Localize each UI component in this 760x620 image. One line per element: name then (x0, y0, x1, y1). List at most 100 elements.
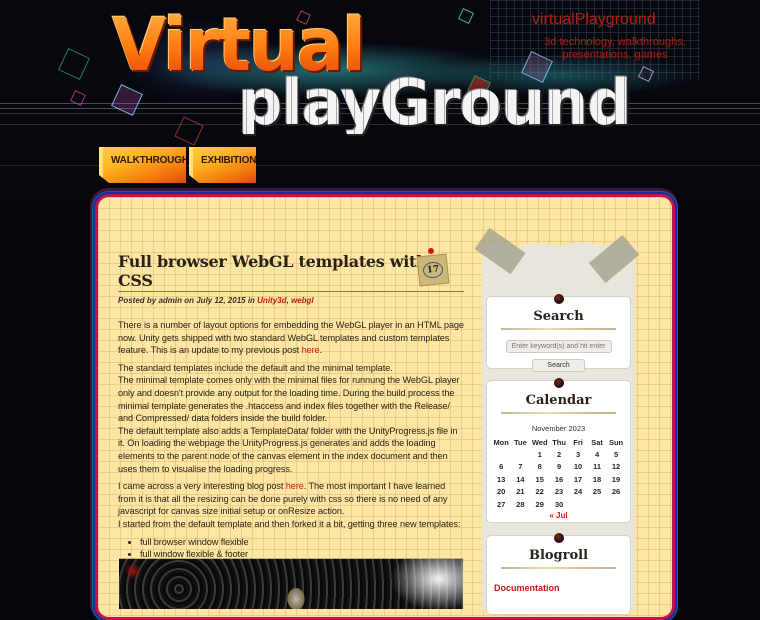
site-header: Virtual playGround virtualPlayground 3d … (0, 0, 760, 200)
calendar-day: 5 (613, 449, 619, 459)
search-widget: Search Search (486, 294, 631, 372)
widget-title: Search (533, 309, 584, 324)
search-button[interactable]: Search (532, 359, 585, 372)
cube-decor (58, 48, 90, 80)
calendar-day: 25 (592, 487, 602, 497)
calendar-prev-link[interactable]: « Jul (487, 511, 630, 520)
weekday-header: Thu (552, 437, 566, 447)
calendar-day: 14 (516, 474, 525, 484)
nav-exhibitions[interactable]: EXHIBITIONS (189, 147, 256, 183)
calendar-week: 1 2 3 4 5 (491, 448, 625, 461)
calendar-day: 30 (554, 499, 564, 509)
divider (501, 567, 616, 569)
calendar-empty-cell (588, 498, 607, 511)
calendar-day: 29 (535, 499, 544, 509)
cube-decor (174, 116, 204, 146)
site-tagline: 3d technology, walkthroughs, presentatio… (544, 36, 686, 61)
divider (501, 328, 616, 330)
post-meta-text: Posted by admin on July 12, 2015 in (118, 296, 258, 305)
calendar-caption: November 2023 (531, 424, 586, 433)
list-item: full browser window flexible (140, 536, 464, 549)
comment-count-badge[interactable]: 17 (416, 253, 450, 287)
calendar-day: 20 (496, 487, 506, 497)
calendar-day: 17 (573, 474, 583, 484)
blogroll-widget: Blogroll Documentation (486, 533, 631, 615)
post-paragraph: I came across a very interesting blog po… (118, 480, 464, 530)
widget-title: Calendar (525, 393, 592, 408)
calendar-day: 24 (573, 487, 583, 497)
logo-playground[interactable]: playGround (238, 72, 631, 134)
post-paragraph: There is a number of layout options for … (118, 319, 464, 357)
calendar-week: 20 21 22 23 24 25 26 (491, 486, 625, 499)
cube-decor (111, 84, 143, 116)
calendar-day: 19 (611, 474, 621, 484)
calendar-day: 23 (554, 487, 564, 497)
pin-icon (553, 533, 564, 543)
here-link[interactable]: here (302, 345, 320, 355)
category-link[interactable]: webgl (291, 296, 314, 305)
post-title[interactable]: Full browser WebGL templates with CSS (118, 252, 464, 292)
here-link[interactable]: here (286, 481, 304, 491)
calendar-day: 13 (496, 474, 506, 484)
widget-title: Blogroll (528, 548, 589, 563)
search-input[interactable] (505, 340, 612, 353)
calendar-week: 27 28 29 30 (491, 498, 625, 511)
paragraph-text: The default template also adds a Templat… (118, 425, 458, 474)
calendar-empty-cell (607, 498, 626, 511)
weekday-header: Sat (591, 437, 603, 447)
paragraph-text: I started from the default template and … (118, 518, 461, 529)
calendar-day: 12 (611, 462, 621, 472)
calendar-day: 6 (499, 462, 504, 472)
calendar-day: 8 (537, 462, 542, 472)
calendar-table: Mon Tue Wed Thu Fri Sat Sun 1 2 3 4 5 6 7 8 9 10 11 12 13 1… (491, 436, 625, 511)
calendar-empty-cell (511, 448, 530, 461)
category-link[interactable]: Unity3d (257, 296, 286, 305)
cube-decor (458, 8, 474, 24)
post-body: There is a number of layout options for … (118, 319, 464, 573)
calendar-day: 26 (611, 487, 621, 497)
weekday-header: Mon (493, 437, 509, 447)
calendar-day: 4 (594, 449, 600, 459)
calendar-widget: Calendar November 2023 Mon Tue Wed Thu Fri Sa… (486, 378, 631, 523)
blog-post: Full browser WebGL templates with CSS Po… (118, 252, 464, 573)
main-nav: WALKTHROUGHS EXHIBITIONS (99, 147, 256, 183)
calendar-day: 28 (516, 499, 525, 509)
pin-icon (553, 378, 564, 388)
calendar-day: 22 (535, 487, 544, 497)
paragraph-text: The standard templates include the defau… (118, 362, 393, 373)
comment-bubble-icon: 17 (422, 260, 444, 280)
calendar-day: 18 (592, 474, 602, 484)
calendar-day: 27 (496, 499, 506, 509)
calendar-day: 21 (516, 487, 525, 497)
calendar-day: 16 (554, 474, 564, 484)
calendar-day: 15 (535, 474, 544, 484)
blogroll-link-documentation[interactable]: Documentation (494, 583, 630, 593)
calendar-week: 13 14 15 16 17 18 19 (491, 473, 625, 486)
calendar-day: 2 (556, 449, 562, 459)
calendar-day: 3 (575, 449, 581, 459)
paragraph-text: The minimal template comes only with the… (118, 375, 460, 424)
calendar-empty-cell (491, 448, 510, 461)
weekday-header: Sun (608, 437, 624, 447)
weekday-header: Wed (531, 437, 548, 447)
pin-icon (553, 294, 564, 304)
post-image[interactable] (119, 558, 463, 609)
paragraph-text: I came across a very interesting blog po… (118, 481, 286, 492)
calendar-day: 7 (518, 462, 523, 472)
calendar-day: 1 (537, 449, 542, 459)
comment-count: 17 (426, 264, 440, 276)
calendar-empty-cell (569, 498, 588, 511)
calendar-day: 10 (573, 462, 583, 472)
calendar-day: 11 (593, 462, 602, 472)
weekday-header: Fri (573, 437, 583, 447)
post-paragraph: The standard templates include the defau… (118, 362, 464, 475)
divider (501, 412, 616, 414)
site-title[interactable]: virtualPlayground (532, 11, 656, 29)
weekday-header: Tue (513, 437, 527, 447)
paragraph-text: There is a number of layout options for … (118, 320, 464, 356)
nav-walkthroughs[interactable]: WALKTHROUGHS (99, 147, 186, 183)
post-meta: Posted by admin on July 12, 2015 in Unit… (118, 296, 314, 305)
calendar-week: 6 7 8 9 10 11 12 (491, 461, 625, 474)
pushpin-icon (428, 248, 434, 254)
calendar-day: 9 (556, 462, 562, 472)
